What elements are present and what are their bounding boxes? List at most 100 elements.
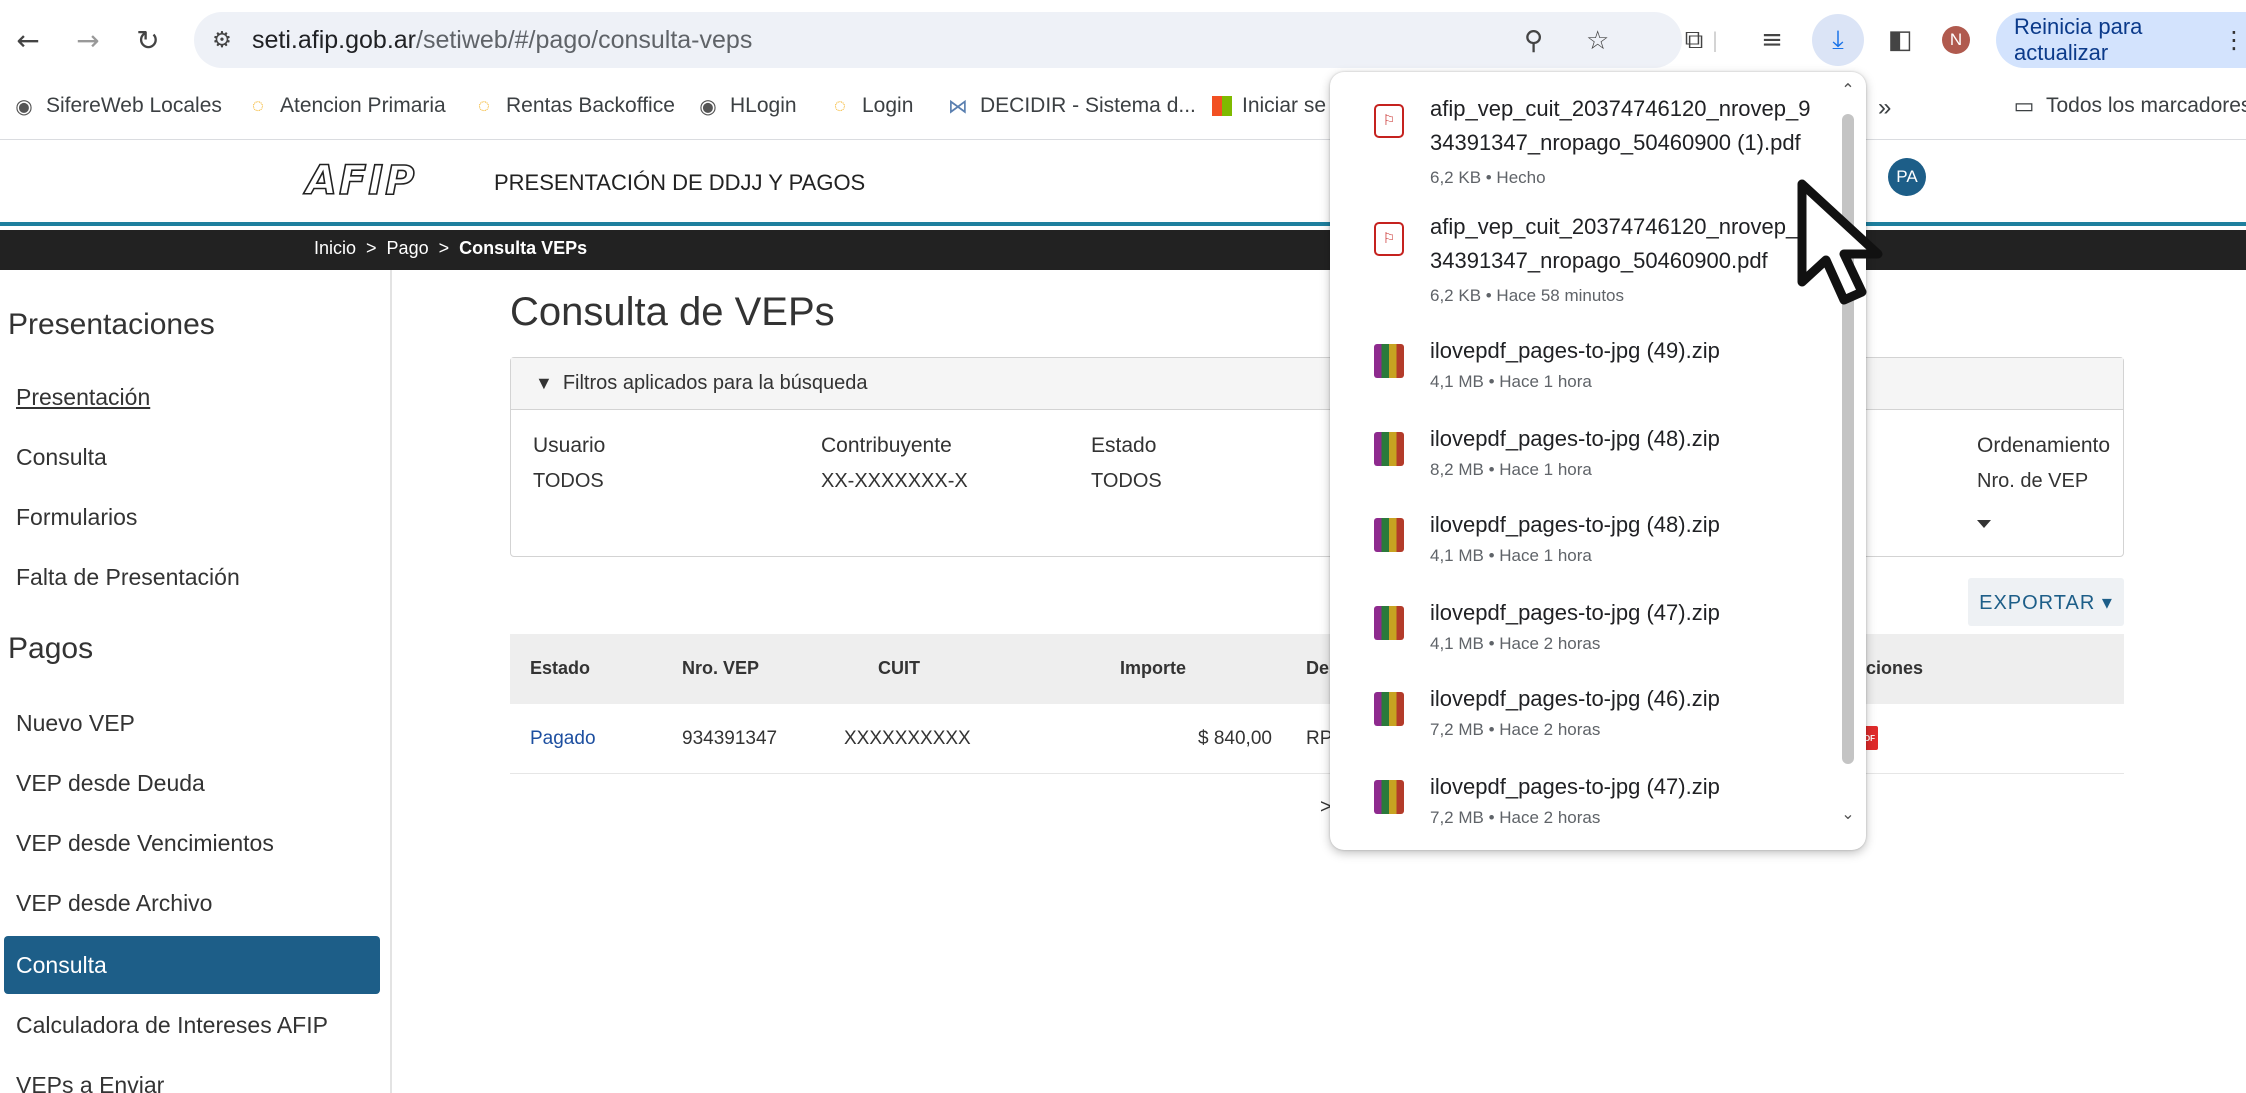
download-name: ilovepdf_pages-to-jpg (48).zip [1430, 426, 1720, 451]
download-name: afip_vep_cuit_20374746120_nrovep_9 343913… [1430, 96, 1811, 155]
download-meta: 4,1 MB • Hace 1 hora [1430, 372, 1592, 391]
forward-button[interactable]: → [70, 22, 106, 58]
decidir-icon: ⋈ [948, 95, 968, 118]
address-bar[interactable]: ⚙ seti.afip.gob.ar/setiweb/#/pago/consul… [194, 12, 1682, 68]
mouse-cursor-icon [1797, 179, 1883, 305]
bookmark-item[interactable]: ◌ Atencion Primaria [246, 94, 446, 118]
sidebar-item-veps-enviar[interactable]: VEPs a Enviar [4, 1056, 380, 1093]
folder-icon: ▭ [2013, 93, 2035, 118]
sidebar-item-formularios[interactable]: Formularios [4, 488, 380, 546]
side-panel-icon[interactable]: ◧ [1880, 22, 1920, 58]
bookmark-item[interactable]: ◌ Rentas Backoffice [472, 94, 675, 118]
filter-label-contribuyente: Contribuyente [821, 434, 952, 457]
microsoft-icon [1212, 96, 1232, 116]
filter-value-ordenamiento[interactable]: Nro. de VEP [1977, 470, 2088, 493]
download-meta: 7,2 MB • Hace 2 horas [1430, 720, 1601, 739]
row-nro-vep: 934391347 [682, 728, 778, 749]
filter-icon: ▼ [535, 373, 553, 393]
zip-file-icon [1374, 344, 1404, 378]
download-name: ilovepdf_pages-to-jpg (48).zip [1430, 512, 1720, 537]
globe-icon: ◉ [699, 95, 717, 118]
caret-down-icon[interactable] [1977, 520, 1991, 528]
row-estado[interactable]: Pagado [530, 728, 596, 750]
breadcrumb-current: Consulta VEPs [459, 238, 588, 258]
filters-title: Filtros aplicados para la búsqueda [562, 372, 868, 394]
bookmark-item[interactable]: ◌ Login [828, 94, 913, 118]
download-icon[interactable]: ⤓ [1818, 22, 1858, 58]
breadcrumb-bar: Inicio > Pago > Consulta VEPs [0, 230, 2246, 270]
download-meta: 8,2 MB • Hace 1 hora [1430, 460, 1592, 479]
sidebar-item-vep-archivo[interactable]: VEP desde Archivo [4, 874, 380, 932]
loading-icon: ◌ [478, 94, 490, 117]
downloads-panel: ⚐ afip_vep_cuit_20374746120_nrovep_9 3439… [1330, 72, 1866, 850]
bookmark-item[interactable]: ◉ SifereWeb Locales [12, 94, 222, 118]
zip-file-icon [1374, 780, 1404, 814]
download-name: ilovepdf_pages-to-jpg (49).zip [1430, 338, 1720, 363]
row-descripcion: RP [1306, 728, 1333, 749]
reload-button[interactable]: ↻ [130, 22, 166, 58]
all-bookmarks[interactable]: ▭ Todos los marcadores [2012, 93, 2246, 118]
sidebar-item-presentacion[interactable]: Presentación [4, 368, 380, 426]
bookmarks-overflow[interactable]: » [1878, 94, 1891, 122]
row-importe: $ 840,00 [1198, 728, 1272, 749]
bookmarks-bar: ◉ SifereWeb Locales ◌ Atencion Primaria ◌ R… [0, 80, 2246, 140]
sidebar-item-falta-presentacion[interactable]: Falta de Presentación [4, 548, 380, 606]
breadcrumb-inicio[interactable]: Inicio [314, 238, 356, 259]
download-meta: 7,2 MB • Hace 2 horas [1430, 808, 1601, 827]
download-name: ilovepdf_pages-to-jpg (47).zip [1430, 774, 1720, 799]
scroll-down-icon[interactable]: ⌄ [1838, 804, 1858, 823]
download-meta: 4,1 MB • Hace 2 horas [1430, 634, 1601, 653]
row-cuit: XXXXXXXXXX [844, 728, 971, 749]
sidebar: Presentaciones Presentación Consulta For… [0, 270, 392, 1093]
zip-file-icon [1374, 606, 1404, 640]
filter-value-usuario: TODOS [533, 470, 604, 492]
col-estado[interactable]: Estado [530, 658, 590, 679]
page-title: PRESENTACIÓN DE DDJJ Y PAGOS [494, 170, 866, 195]
download-name: ilovepdf_pages-to-jpg (47).zip [1430, 600, 1720, 625]
sidebar-item-vep-deuda[interactable]: VEP desde Deuda [4, 754, 380, 812]
bookmark-item[interactable]: Iniciar se [1212, 94, 1326, 118]
bookmark-item[interactable]: ◉ HLogin [696, 94, 796, 118]
sidebar-item-nuevo-vep[interactable]: Nuevo VEP [4, 694, 380, 752]
download-meta: 6,2 KB • Hace 58 minutos [1430, 286, 1624, 305]
loading-icon: ◌ [834, 94, 846, 117]
col-importe[interactable]: Importe [1120, 658, 1186, 679]
back-button[interactable]: ← [10, 22, 46, 58]
afip-logo: AFIP [305, 157, 417, 205]
pdf-file-icon: ⚐ [1374, 222, 1404, 256]
sidebar-item-calculadora[interactable]: Calculadora de Intereses AFIP [4, 996, 380, 1054]
col-descripcion[interactable]: De [1306, 658, 1329, 679]
sidebar-item-consulta-pagos[interactable]: Consulta [4, 936, 380, 994]
media-icon[interactable]: ≡ [1752, 22, 1792, 58]
breadcrumb-pago[interactable]: Pago [387, 238, 429, 259]
filters-header[interactable]: ▼ Filtros aplicados para la búsqueda [511, 358, 2123, 410]
site-info-icon[interactable]: ⚙ [208, 26, 236, 54]
filter-label-ordenamiento: Ordenamiento [1977, 434, 2111, 457]
main-title: Consulta de VEPs [510, 290, 835, 334]
zip-file-icon [1374, 692, 1404, 726]
extensions-icon[interactable]: ⧉ [1674, 22, 1714, 58]
zip-file-icon [1374, 432, 1404, 466]
col-nro-vep[interactable]: Nro. VEP [682, 658, 759, 679]
update-button[interactable]: Reinicia para actualizar ⋮ [1996, 12, 2246, 68]
filter-label-usuario: Usuario [533, 434, 606, 457]
download-name: ilovepdf_pages-to-jpg (46).zip [1430, 686, 1720, 711]
filters-panel: ▼ Filtros aplicados para la búsqueda Usu… [510, 357, 2124, 557]
bookmark-item[interactable]: ⋈ DECIDIR - Sistema d... [946, 94, 1196, 118]
scroll-up-icon[interactable]: ⌃ [1838, 80, 1858, 99]
sidebar-section-presentaciones: Presentaciones [8, 308, 215, 341]
export-button[interactable]: EXPORTAR ▾ [1968, 578, 2124, 626]
sidebar-item-vep-vencimientos[interactable]: VEP desde Vencimientos [4, 814, 380, 872]
filter-value-contribuyente: XX-XXXXXXX-X [821, 470, 968, 492]
table-header: Estado Nro. VEP CUIT Importe De cciones [510, 634, 2124, 704]
filter-label-estado: Estado [1091, 434, 1157, 457]
sidebar-item-consulta[interactable]: Consulta [4, 428, 380, 486]
profile-avatar[interactable]: N [1942, 26, 1970, 54]
zoom-icon[interactable]: ⚲ [1524, 26, 1543, 56]
menu-dots-icon: ⋮ [2222, 26, 2246, 54]
globe-icon: ◉ [15, 95, 33, 118]
bookmark-star-icon[interactable]: ☆ [1586, 26, 1609, 56]
afip-header: AFIP PRESENTACIÓN DE DDJJ Y PAGOS PA [0, 140, 2246, 226]
col-cuit[interactable]: CUIT [878, 658, 920, 679]
sidebar-section-pagos: Pagos [8, 632, 94, 665]
